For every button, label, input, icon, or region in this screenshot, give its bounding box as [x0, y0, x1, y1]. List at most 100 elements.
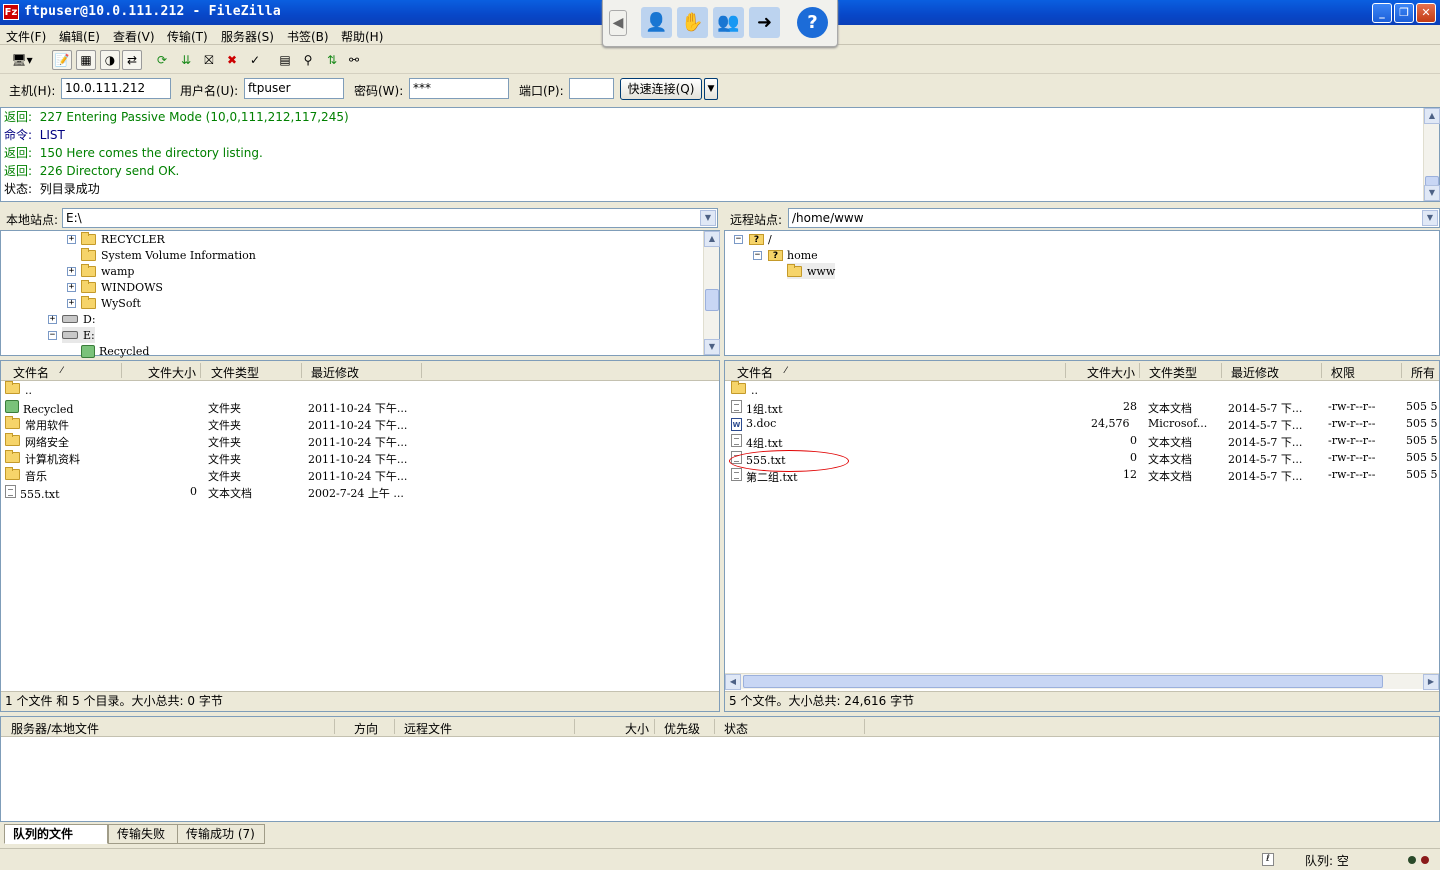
tab-failed-transfers[interactable]: 传输失败	[108, 824, 178, 844]
collapse-icon[interactable]: −	[734, 235, 743, 244]
collapse-icon[interactable]: −	[48, 331, 57, 340]
list-item[interactable]: ..	[5, 381, 705, 399]
list-item[interactable]: W 3.doc 24,576 Microsof... 2014-5-7 下... -rw-…	[731, 416, 1438, 433]
scroll-up-icon[interactable]: ▲	[1424, 108, 1440, 124]
tree-item[interactable]: E:	[62, 327, 95, 343]
message-log[interactable]: 返回: 227 Entering Passive Mode (10,0,111,…	[0, 107, 1440, 202]
tab-queued-files[interactable]: 队列的文件	[4, 824, 108, 844]
col-size[interactable]: 大小	[625, 720, 649, 736]
tree-item[interactable]: wamp	[81, 263, 134, 279]
chevron-down-icon[interactable]: ▼	[700, 210, 716, 226]
password-input[interactable]: ***	[409, 78, 509, 99]
remote-hscrollbar[interactable]: ◀ ▶	[725, 673, 1439, 690]
maximize-button[interactable]: ❐	[1394, 3, 1414, 23]
quickconnect-history-dropdown[interactable]: ▼	[704, 78, 718, 100]
expand-icon[interactable]: +	[67, 283, 76, 292]
remote-tree[interactable]: − ? / − ? home www	[724, 230, 1440, 356]
scroll-right-icon[interactable]: ▶	[1423, 674, 1439, 690]
collapse-icon[interactable]: −	[753, 251, 762, 260]
tree-item[interactable]: D:	[62, 311, 96, 327]
col-filesize[interactable]: 文件大小	[148, 364, 196, 380]
refresh-icon[interactable]: ⟳	[152, 50, 172, 70]
col-modified[interactable]: 最近修改	[1231, 364, 1279, 380]
users-icon[interactable]: 👥	[713, 7, 744, 38]
directory-listing-filter-icon[interactable]: ▤	[275, 50, 295, 70]
speed-limit-icon[interactable]: ℓ	[1262, 853, 1274, 866]
local-tree-scrollbar[interactable]: ▲ ▼	[703, 231, 720, 355]
col-owner[interactable]: 所有	[1411, 364, 1435, 380]
toggle-remote-tree-icon[interactable]: ◑	[100, 50, 120, 70]
expand-icon[interactable]: +	[48, 315, 57, 324]
menu-edit[interactable]: 编辑(E)	[59, 28, 100, 45]
tree-item[interactable]: RECYCLER	[81, 231, 165, 247]
scroll-thumb[interactable]	[743, 675, 1383, 688]
menu-server[interactable]: 服务器(S)	[221, 28, 274, 45]
remote-file-list[interactable]: 文件名 ⁄ 文件大小 文件类型 最近修改 权限 所有 .. 1组.txt 28 文本…	[724, 360, 1440, 712]
close-button[interactable]: ✕	[1416, 3, 1436, 23]
user-icon[interactable]: 👤	[641, 7, 672, 38]
local-file-list[interactable]: 文件名 ⁄ 文件大小 文件类型 最近修改 .. Recycled 文件夹 2011-…	[0, 360, 720, 712]
list-item[interactable]: 4组.txt 0 文本文档 2014-5-7 下... -rw-r--r-- 505 5	[731, 433, 1438, 450]
tree-item[interactable]: WINDOWS	[81, 279, 163, 295]
tree-item[interactable]: www	[787, 263, 836, 279]
col-filetype[interactable]: 文件类型	[211, 364, 259, 380]
col-server-local-file[interactable]: 服务器/本地文件	[11, 720, 99, 736]
list-item[interactable]: 网络安全 文件夹 2011-10-24 下午...	[5, 433, 705, 450]
compare-icon[interactable]: ⚲	[298, 50, 318, 70]
reconnect-icon[interactable]: ✓	[245, 50, 265, 70]
menu-transfer[interactable]: 传输(T)	[167, 28, 208, 45]
scroll-thumb[interactable]	[705, 289, 719, 311]
menu-view[interactable]: 查看(V)	[113, 28, 155, 45]
list-item[interactable]: 常用软件 文件夹 2011-10-24 下午...	[5, 416, 705, 433]
col-status[interactable]: 状态	[724, 720, 748, 736]
expand-icon[interactable]: +	[67, 299, 76, 308]
toggle-queue-icon[interactable]: ⇄	[122, 50, 142, 70]
col-direction[interactable]: 方向	[354, 720, 378, 736]
menu-bookmarks[interactable]: 书签(B)	[287, 28, 329, 45]
col-priority[interactable]: 优先级	[664, 720, 700, 736]
export-icon[interactable]: ➜	[749, 7, 780, 38]
quickconnect-button[interactable]: 快速连接(Q)	[620, 78, 702, 100]
list-item[interactable]: ..	[731, 381, 1437, 399]
host-input[interactable]: 10.0.111.212	[61, 78, 171, 99]
scroll-down-icon[interactable]: ▼	[1424, 185, 1440, 201]
chevron-down-icon[interactable]: ▼	[1422, 210, 1438, 226]
col-filename[interactable]: 文件名	[737, 364, 773, 380]
col-remote-file[interactable]: 远程文件	[404, 720, 452, 736]
menu-file[interactable]: 文件(F)	[6, 28, 46, 45]
col-permissions[interactable]: 权限	[1331, 364, 1355, 380]
help-icon[interactable]: ?	[797, 7, 828, 38]
expand-icon[interactable]: +	[67, 267, 76, 276]
col-filetype[interactable]: 文件类型	[1149, 364, 1197, 380]
tree-item[interactable]: ? home	[768, 247, 818, 263]
scroll-left-icon[interactable]: ◀	[725, 674, 741, 690]
scroll-down-icon[interactable]: ▼	[704, 339, 720, 355]
back-arrow-icon[interactable]: ◀	[609, 10, 627, 36]
menu-help[interactable]: 帮助(H)	[341, 28, 383, 45]
port-input[interactable]	[569, 78, 614, 99]
toggle-log-icon[interactable]: 📝	[52, 50, 72, 70]
expand-icon[interactable]: +	[67, 235, 76, 244]
tree-item[interactable]: WySoft	[81, 295, 141, 311]
cancel-icon[interactable]: ⛝	[199, 50, 219, 70]
remote-path-combobox[interactable]: /home/www ▼	[788, 208, 1440, 228]
sync-browse-icon[interactable]: ⇅	[322, 50, 342, 70]
local-path-combobox[interactable]: E:\ ▼	[62, 208, 718, 228]
col-modified[interactable]: 最近修改	[311, 364, 359, 380]
list-item[interactable]: Recycled 文件夹 2011-10-24 下午...	[5, 399, 705, 416]
disconnect-icon[interactable]: ✖	[222, 50, 242, 70]
site-manager-icon[interactable]: 🖥▾	[6, 50, 38, 70]
list-item[interactable]: 1组.txt 28 文本文档 2014-5-7 下... -rw-r--r-- 505 5	[731, 399, 1438, 416]
binoculars-icon[interactable]: ⚯	[344, 50, 364, 70]
log-scrollbar[interactable]: ▲ ▼	[1423, 108, 1440, 201]
username-input[interactable]: ftpuser	[244, 78, 344, 99]
process-queue-icon[interactable]: ⇊	[176, 50, 196, 70]
col-filesize[interactable]: 文件大小	[1087, 364, 1135, 380]
list-item[interactable]: 音乐 文件夹 2011-10-24 下午...	[5, 467, 705, 484]
tree-item[interactable]: Recycled	[81, 343, 149, 359]
list-item[interactable]: 555.txt 0 文本文档 2002-7-24 上午 ...	[5, 484, 705, 501]
minimize-button[interactable]: _	[1372, 3, 1392, 23]
tree-item[interactable]: System Volume Information	[81, 247, 256, 263]
hand-icon[interactable]: ✋	[677, 7, 708, 38]
tree-item[interactable]: ? /	[749, 231, 772, 247]
